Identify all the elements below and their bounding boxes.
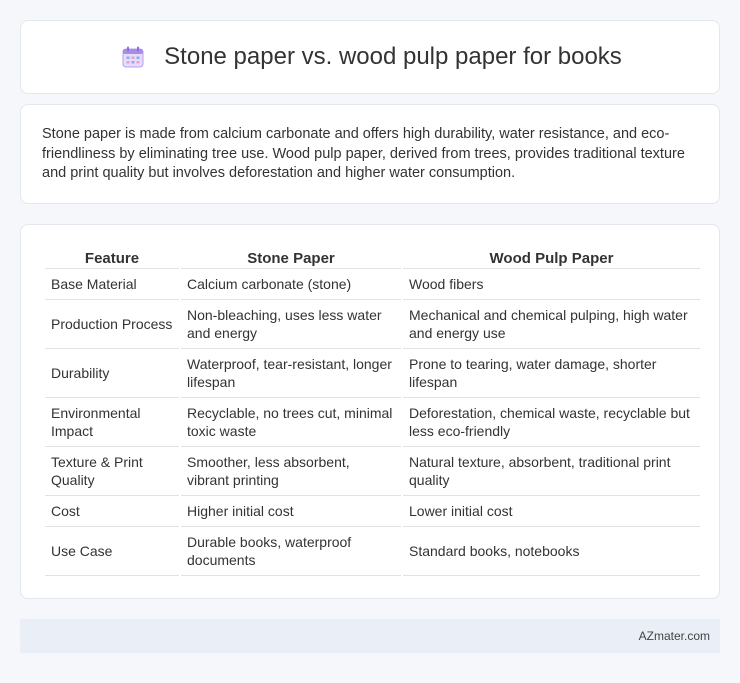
feature-cell: Environmental Impact xyxy=(45,398,179,447)
feature-cell: Durability xyxy=(45,349,179,398)
footer: AZmater.com xyxy=(20,619,720,653)
wood-pulp-cell: Prone to tearing, water damage, shorter … xyxy=(403,349,700,398)
calendar-icon xyxy=(118,42,148,72)
table-header-row: Feature Stone Paper Wood Pulp Paper xyxy=(45,245,700,269)
wood-pulp-cell: Mechanical and chemical pulping, high wa… xyxy=(403,300,700,349)
comparison-table: Feature Stone Paper Wood Pulp Paper Base… xyxy=(43,245,702,576)
feature-cell: Production Process xyxy=(45,300,179,349)
table-row: Texture & Print Quality Smoother, less a… xyxy=(45,447,700,496)
feature-cell: Use Case xyxy=(45,527,179,576)
stone-paper-cell: Calcium carbonate (stone) xyxy=(181,269,401,300)
table-row: Production Process Non-bleaching, uses l… xyxy=(45,300,700,349)
intro-card: Stone paper is made from calcium carbona… xyxy=(20,104,720,204)
table-row: Base Material Calcium carbonate (stone) … xyxy=(45,269,700,300)
stone-paper-cell: Smoother, less absorbent, vibrant printi… xyxy=(181,447,401,496)
stone-paper-cell: Recyclable, no trees cut, minimal toxic … xyxy=(181,398,401,447)
header-wood-pulp-paper: Wood Pulp Paper xyxy=(403,245,700,269)
feature-cell: Texture & Print Quality xyxy=(45,447,179,496)
wood-pulp-cell: Deforestation, chemical waste, recyclabl… xyxy=(403,398,700,447)
stone-paper-cell: Durable books, waterproof documents xyxy=(181,527,401,576)
header-stone-paper: Stone Paper xyxy=(181,245,401,269)
table-row: Environmental Impact Recyclable, no tree… xyxy=(45,398,700,447)
page-title: Stone paper vs. wood pulp paper for book… xyxy=(164,43,622,70)
feature-cell: Base Material xyxy=(45,269,179,300)
stone-paper-cell: Waterproof, tear-resistant, longer lifes… xyxy=(181,349,401,398)
table-card: Feature Stone Paper Wood Pulp Paper Base… xyxy=(20,224,720,599)
wood-pulp-cell: Wood fibers xyxy=(403,269,700,300)
title-wrap: Stone paper vs. wood pulp paper for book… xyxy=(118,42,622,72)
table-row: Use Case Durable books, waterproof docum… xyxy=(45,527,700,576)
wood-pulp-cell: Standard books, notebooks xyxy=(403,527,700,576)
stone-paper-cell: Non-bleaching, uses less water and energ… xyxy=(181,300,401,349)
footer-site-link[interactable]: AZmater.com xyxy=(639,629,710,643)
wood-pulp-cell: Natural texture, absorbent, traditional … xyxy=(403,447,700,496)
intro-text: Stone paper is made from calcium carbona… xyxy=(42,126,685,181)
feature-cell: Cost xyxy=(45,496,179,527)
table-row: Durability Waterproof, tear-resistant, l… xyxy=(45,349,700,398)
wood-pulp-cell: Lower initial cost xyxy=(403,496,700,527)
table-row: Cost Higher initial cost Lower initial c… xyxy=(45,496,700,527)
stone-paper-cell: Higher initial cost xyxy=(181,496,401,527)
header-feature: Feature xyxy=(45,245,179,269)
title-card: Stone paper vs. wood pulp paper for book… xyxy=(20,20,720,94)
